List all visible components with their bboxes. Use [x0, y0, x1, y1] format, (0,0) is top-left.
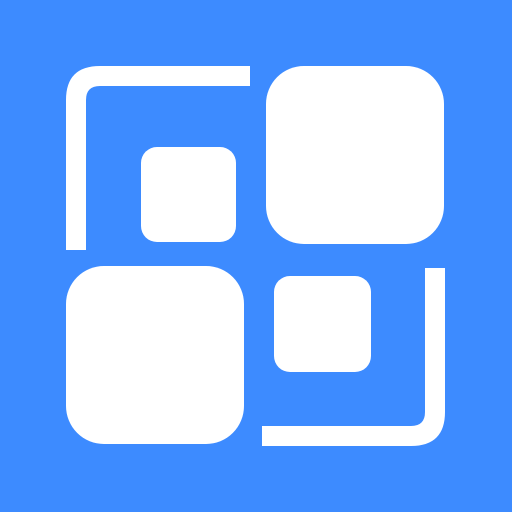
large-square-top-right	[266, 66, 444, 244]
small-square-bottom-right	[274, 276, 371, 372]
app-icon	[0, 0, 512, 512]
small-square-top-left	[141, 147, 236, 242]
large-square-bottom-left	[66, 266, 244, 444]
qr-code-scanner-icon	[66, 66, 445, 446]
